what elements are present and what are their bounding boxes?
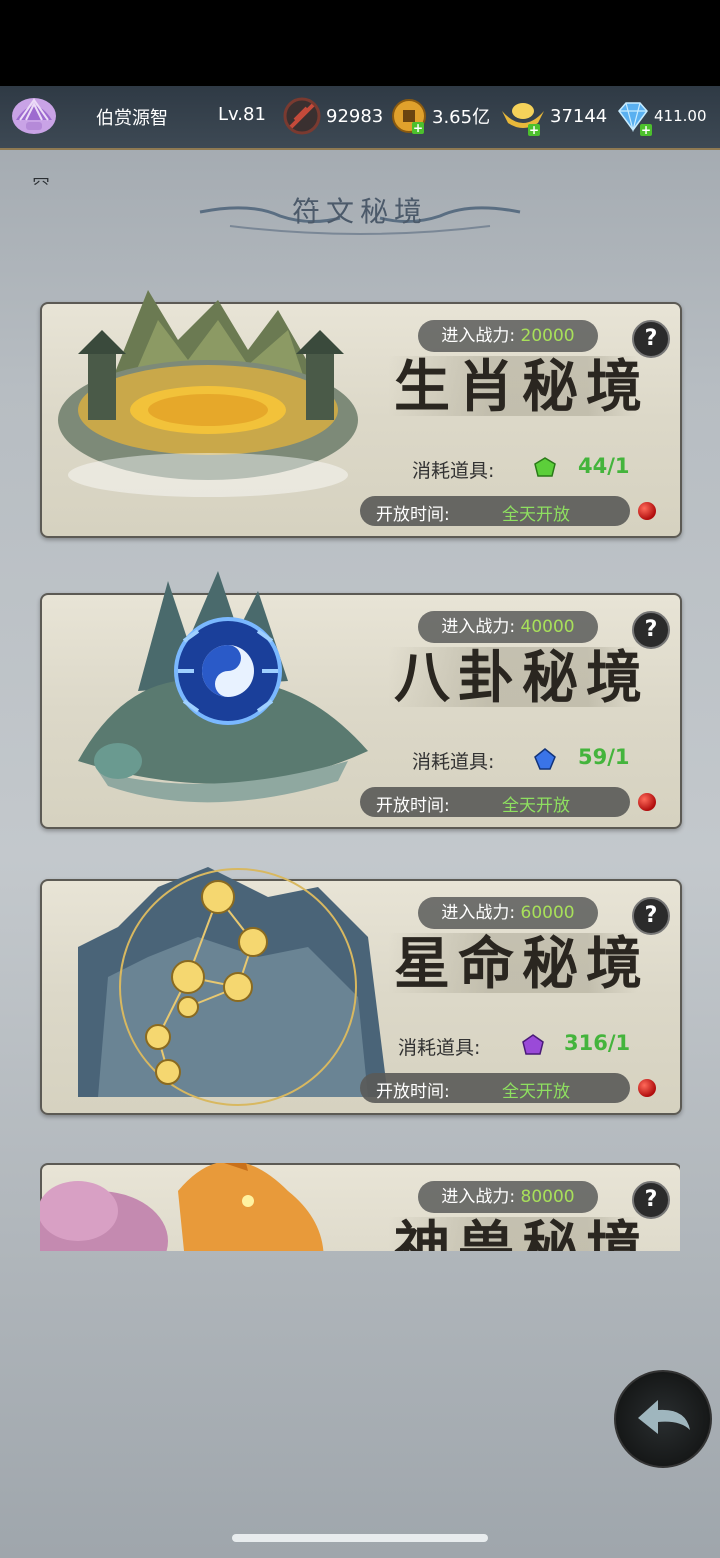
player-name: 伯赏源智 xyxy=(96,108,168,129)
realm-name: 神兽秘境 xyxy=(394,1215,650,1251)
blue-gem-icon xyxy=(534,748,556,770)
open-time-value: 全天开放 xyxy=(502,505,570,525)
back-button[interactable] xyxy=(614,1370,712,1468)
open-time-bar: 开放时间: 全天开放 xyxy=(360,496,630,526)
cost-value: 316/1 xyxy=(564,1031,631,1055)
combat-power-icon xyxy=(283,97,321,135)
realm-card-star-fate[interactable]: 进入战力: 60000 ? 星命秘境 消耗道具: 316/1 开放时间: 全天开… xyxy=(40,867,682,1115)
realm-card-clip: 进入战力: 80000 ? 神兽秘境 xyxy=(40,1163,680,1251)
page-title-banner: 符文秘境 xyxy=(190,182,530,238)
status-bar xyxy=(0,0,720,86)
divine-beast-realm-illustration xyxy=(40,1163,324,1251)
avatar[interactable] xyxy=(8,92,60,138)
realm-card-zodiac[interactable]: 进入战力: 20000 ? 生肖秘境 消耗道具: 44/1 开放时间: 全天开放 xyxy=(40,290,682,538)
green-gem-icon xyxy=(534,457,556,477)
coin-value: 3.65亿 xyxy=(432,107,491,128)
open-time-bar: 开放时间: 全天开放 xyxy=(360,1073,630,1103)
star-fate-realm-illustration xyxy=(78,867,388,1106)
purple-gem-icon xyxy=(522,1034,544,1055)
cost-value: 59/1 xyxy=(578,745,630,769)
top-resource-bar: 伯赏源智 Lv.81 92983 + 3.65亿 + 37144 + 411.0… xyxy=(0,86,720,150)
cost-label: 消耗道具: xyxy=(398,1037,481,1059)
realm-card-bagua[interactable]: 进入战力: 40000 ? 八卦秘境 消耗道具: 59/1 开放时间: 全天开放 xyxy=(40,571,682,829)
back-arrow-icon xyxy=(638,1400,690,1434)
realm-name: 生肖秘境 xyxy=(394,354,650,420)
entry-power-label: 进入战力: xyxy=(441,326,516,346)
diamond-value: 411.00 xyxy=(654,107,707,125)
side-menu-glyph[interactable]: 㓁 xyxy=(32,172,50,198)
coin-stat[interactable]: + 3.65亿 xyxy=(390,96,490,136)
open-time-bar: 开放时间: 全天开放 xyxy=(360,787,630,817)
entry-power-label: 进入战力: xyxy=(441,617,516,637)
open-time-label: 开放时间: xyxy=(376,1082,450,1102)
cost-label: 消耗道具: xyxy=(412,751,495,773)
entry-power-value: 40000 xyxy=(520,617,575,637)
gold-add-icon[interactable]: + xyxy=(528,124,540,136)
entry-power-label: 进入战力: xyxy=(441,903,516,923)
bagua-realm-illustration xyxy=(78,571,368,803)
diamond-stat[interactable]: + 411.00 xyxy=(616,96,707,136)
diamond-add-icon[interactable]: + xyxy=(640,124,652,136)
combat-power-value: 92983 xyxy=(326,105,384,127)
gold-ingot-stat[interactable]: + 37144 xyxy=(500,96,607,136)
status-indicator-dot xyxy=(638,793,656,811)
zodiac-realm-illustration xyxy=(58,290,358,497)
realm-card-divine-beast[interactable]: 进入战力: 80000 ? 神兽秘境 xyxy=(40,1163,680,1251)
player-level: Lv.81 xyxy=(218,104,266,125)
cost-label: 消耗道具: xyxy=(412,460,495,482)
status-indicator-dot xyxy=(638,502,656,520)
entry-power-value: 20000 xyxy=(520,326,575,346)
entry-power-value: 80000 xyxy=(520,1187,575,1207)
gold-ingot-value: 37144 xyxy=(550,105,608,127)
open-time-value: 全天开放 xyxy=(502,1082,570,1102)
entry-power-value: 60000 xyxy=(520,903,575,923)
combat-power-stat: 92983 xyxy=(282,96,383,136)
open-time-label: 开放时间: xyxy=(376,505,450,525)
realm-name: 星命秘境 xyxy=(394,931,650,997)
home-indicator[interactable] xyxy=(232,1534,488,1542)
status-indicator-dot xyxy=(638,1079,656,1097)
coin-add-icon[interactable]: + xyxy=(412,122,424,134)
realm-name: 八卦秘境 xyxy=(394,645,650,711)
entry-power-label: 进入战力: xyxy=(441,1187,516,1207)
open-time-label: 开放时间: xyxy=(376,796,450,816)
page-title: 符文秘境 xyxy=(291,195,428,228)
cost-value: 44/1 xyxy=(578,454,630,478)
open-time-value: 全天开放 xyxy=(502,796,570,816)
